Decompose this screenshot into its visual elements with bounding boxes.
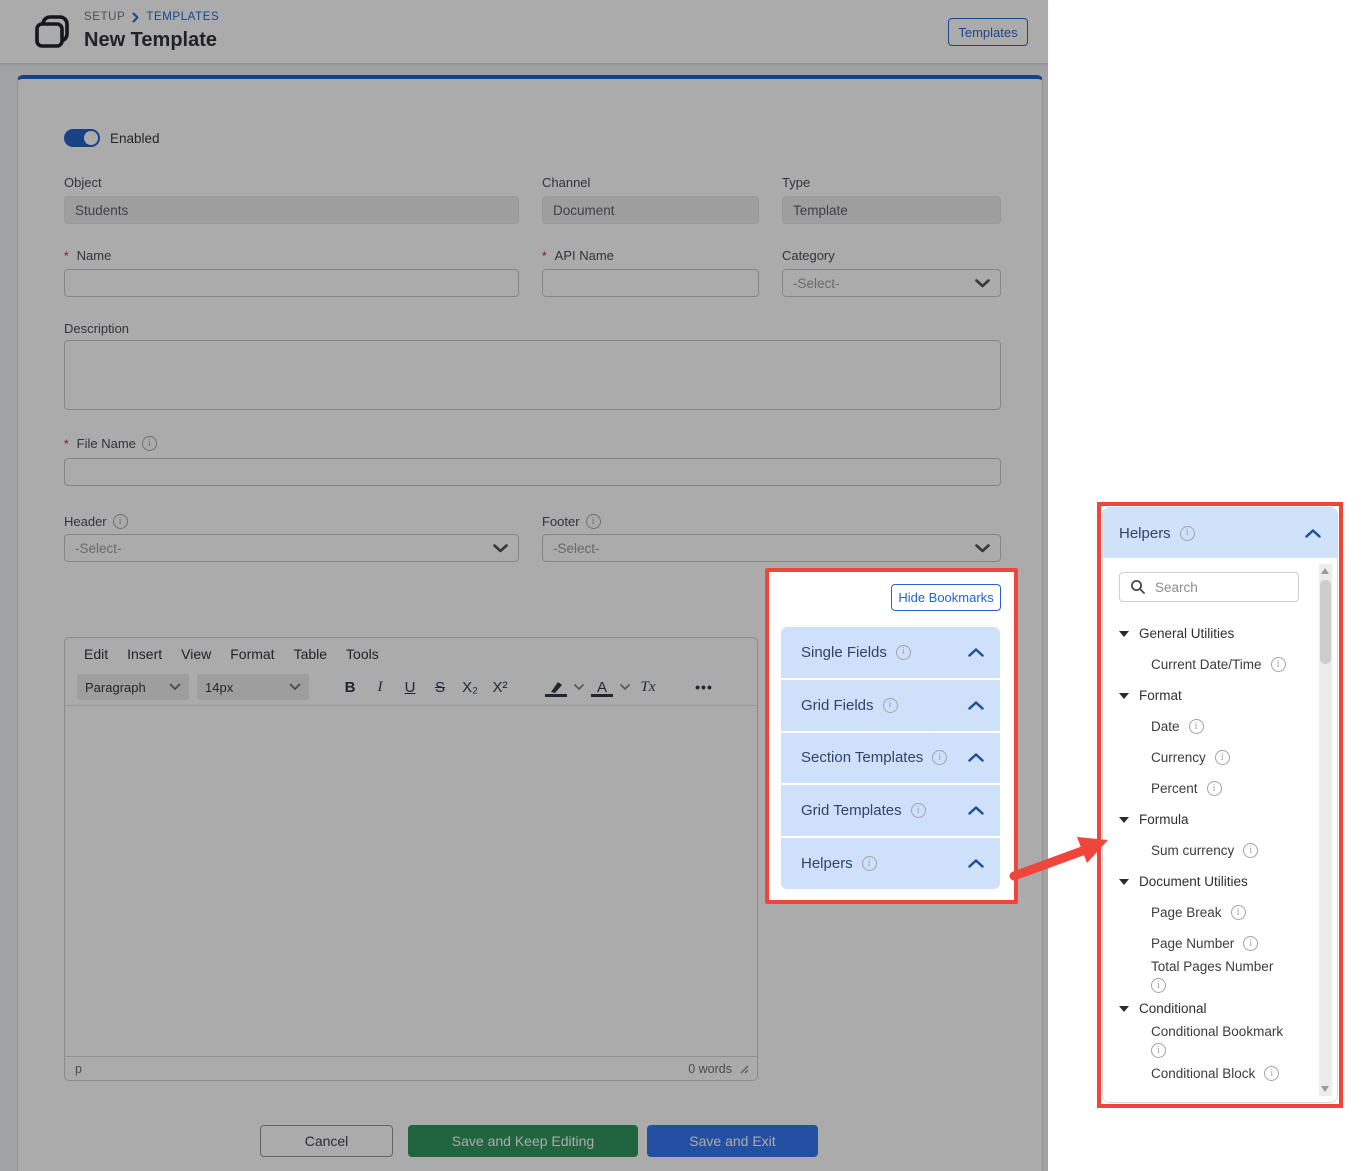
tree-child-item[interactable]: Currency (1119, 742, 1291, 773)
caret-down-icon (1119, 1006, 1129, 1012)
tree-child-item[interactable]: Percent (1119, 773, 1291, 804)
chevron-up-icon (968, 648, 984, 657)
scrollbar-thumb[interactable] (1320, 580, 1331, 664)
tree-child-label: Date (1151, 719, 1180, 734)
tree-parent-label: Document Utilities (1139, 874, 1248, 889)
tree-parent-item[interactable]: Document Utilities (1119, 866, 1291, 897)
search-icon (1130, 579, 1146, 595)
chevron-up-icon (1305, 529, 1321, 538)
hide-bookmarks-button[interactable]: Hide Bookmarks (891, 584, 1001, 611)
annotation-arrow (1005, 832, 1111, 884)
tree-children: Sum currency (1119, 835, 1291, 866)
bookmark-section-header[interactable]: Section Templates (781, 733, 1000, 784)
caret-down-icon (1119, 693, 1129, 699)
chevron-up-icon (968, 806, 984, 815)
search-placeholder: Search (1155, 580, 1198, 595)
tree-child-item[interactable]: Sum currency (1119, 835, 1291, 866)
bookmark-section-header[interactable]: Helpers (781, 838, 1000, 889)
tree-child-label: Conditional Block (1151, 1066, 1255, 1081)
tree-children: Date Currency Percent (1119, 711, 1291, 804)
helpers-tree: General Utilities Current Date/Time Form… (1119, 618, 1291, 1089)
helpers-search-box[interactable]: Search (1119, 572, 1299, 602)
tree-group: Document Utilities Page Break Page Numbe… (1119, 866, 1291, 993)
info-icon[interactable] (1243, 843, 1258, 858)
bookmark-section-label: Section Templates (801, 749, 923, 766)
bookmark-section-label: Grid Templates (801, 802, 902, 819)
tree-child-item[interactable]: Current Date/Time (1119, 649, 1291, 680)
caret-down-icon (1119, 817, 1129, 823)
tree-children: Conditional Bookmark Conditional Block (1119, 1024, 1291, 1089)
tree-child-item[interactable]: Total Pages Number (1119, 959, 1291, 993)
tree-child-item[interactable]: Conditional Block (1119, 1058, 1291, 1089)
tree-group: General Utilities Current Date/Time (1119, 618, 1291, 680)
info-icon[interactable] (1231, 905, 1246, 920)
info-icon[interactable] (1264, 1066, 1279, 1081)
tree-parent-item[interactable]: Format (1119, 680, 1291, 711)
info-icon[interactable] (1243, 936, 1258, 951)
bookmark-section-header[interactable]: Grid Fields (781, 680, 1000, 731)
app-window: SETUP TEMPLATES New Template Templates E… (0, 0, 1048, 1171)
tree-child-item[interactable]: Conditional Bookmark (1119, 1024, 1291, 1058)
screenshot-stage: SETUP TEMPLATES New Template Templates E… (0, 0, 1368, 1171)
tree-parent-label: Formula (1139, 812, 1189, 827)
info-icon[interactable] (1151, 978, 1166, 993)
helpers-highlight-box: Helpers Search General Utilities Current… (1097, 502, 1343, 1108)
tree-children: Page Break Page Number Total Pages Numbe… (1119, 897, 1291, 993)
tree-parent-label: Conditional (1139, 1001, 1207, 1016)
tree-child-label: Current Date/Time (1151, 657, 1262, 672)
tree-child-label: Page Break (1151, 905, 1222, 920)
tree-group: Format Date Currency Percent (1119, 680, 1291, 804)
helpers-panel: Helpers Search General Utilities Current… (1102, 507, 1338, 1103)
bookmark-section-header[interactable]: Single Fields (781, 627, 1000, 678)
scrollbar-down-arrow[interactable] (1321, 1086, 1329, 1092)
tree-child-item[interactable]: Page Break (1119, 897, 1291, 928)
info-icon[interactable] (862, 856, 877, 871)
tree-child-label: Total Pages Number (1151, 959, 1273, 974)
info-icon[interactable] (1189, 719, 1204, 734)
tree-child-label: Percent (1151, 781, 1198, 796)
info-icon[interactable] (1151, 1043, 1166, 1058)
helpers-panel-header[interactable]: Helpers (1103, 508, 1337, 558)
tree-parent-item[interactable]: General Utilities (1119, 618, 1291, 649)
bookmark-section-label: Helpers (801, 855, 853, 872)
info-icon[interactable] (911, 803, 926, 818)
scrollbar-up-arrow[interactable] (1321, 568, 1329, 574)
bookmark-section-header[interactable]: Grid Templates (781, 785, 1000, 836)
info-icon[interactable] (1215, 750, 1230, 765)
info-icon[interactable] (896, 645, 911, 660)
bookmarks-accordion: Single Fields Grid Fields Section Templa… (781, 627, 1000, 889)
tree-child-label: Sum currency (1151, 843, 1234, 858)
chevron-up-icon (968, 753, 984, 762)
info-icon[interactable] (932, 750, 947, 765)
scrollbar (1319, 564, 1332, 1096)
caret-down-icon (1119, 631, 1129, 637)
info-icon[interactable] (883, 698, 898, 713)
info-icon[interactable] (1207, 781, 1222, 796)
helpers-title: Helpers (1119, 525, 1171, 542)
tree-group: Formula Sum currency (1119, 804, 1291, 866)
tree-child-label: Conditional Bookmark (1151, 1024, 1283, 1039)
info-icon[interactable] (1180, 526, 1195, 541)
chevron-up-icon (968, 859, 984, 868)
caret-down-icon (1119, 879, 1129, 885)
tree-child-item[interactable]: Page Number (1119, 928, 1291, 959)
tree-parent-label: Format (1139, 688, 1182, 703)
info-icon[interactable] (1271, 657, 1286, 672)
tree-child-item[interactable]: Date (1119, 711, 1291, 742)
helpers-panel-body: Search General Utilities Current Date/Ti… (1103, 558, 1337, 1102)
tree-child-label: Currency (1151, 750, 1206, 765)
tree-child-label: Page Number (1151, 936, 1234, 951)
bookmarks-highlight-box: Hide Bookmarks Single Fields Grid Fields… (765, 568, 1018, 904)
tree-parent-item[interactable]: Conditional (1119, 993, 1291, 1024)
tree-parent-item[interactable]: Formula (1119, 804, 1291, 835)
chevron-up-icon (968, 701, 984, 710)
bookmark-section-label: Single Fields (801, 644, 887, 661)
bookmark-section-label: Grid Fields (801, 697, 874, 714)
tree-group: Conditional Conditional Bookmark Conditi… (1119, 993, 1291, 1089)
tree-children: Current Date/Time (1119, 649, 1291, 680)
tree-parent-label: General Utilities (1139, 626, 1234, 641)
